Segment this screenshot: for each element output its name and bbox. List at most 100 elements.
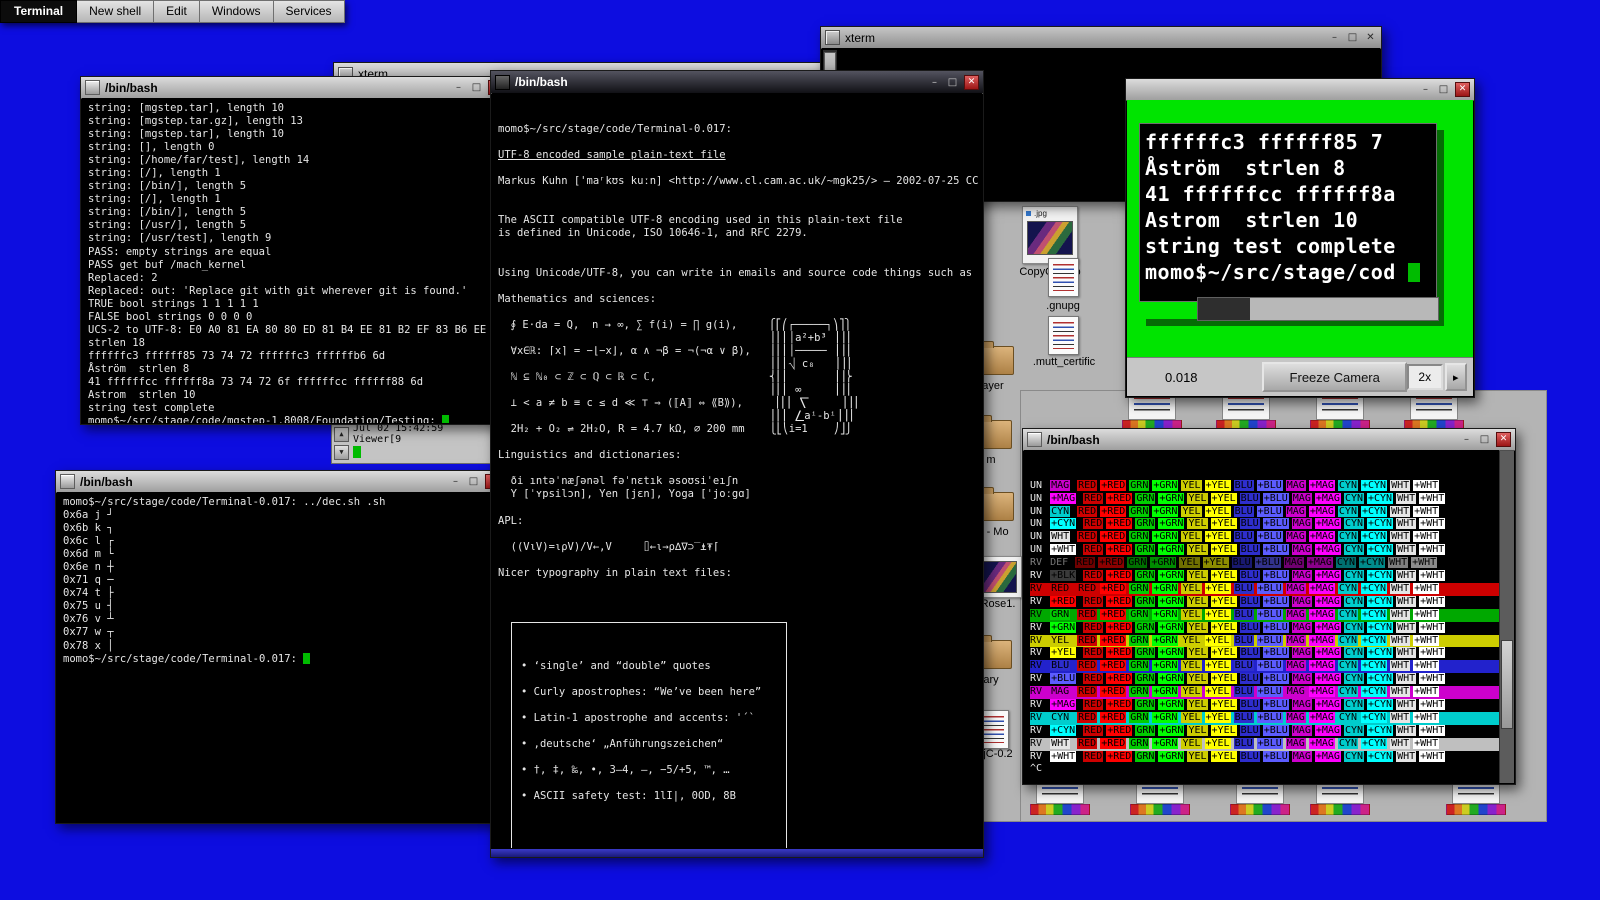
miniaturize-button[interactable] [60,474,75,489]
color-token: +BLU [1262,750,1289,762]
terminal-line: momo$~/src/stage/code/Terminal-0.017: [498,123,732,136]
minimize-button[interactable]: – [452,81,465,94]
color-token: YEL [1187,492,1208,504]
close-button[interactable]: ✕ [1496,432,1511,447]
color-token: +BLU [1262,673,1289,685]
color-token: +MAG [1308,582,1335,594]
color-mode-token: +GRN [1050,621,1077,633]
terminal-line: 0x6a j ┘ [63,509,114,522]
scroll-down-arrow-icon[interactable]: ▼ [334,444,349,460]
color-token: CYN [1343,595,1364,607]
color-token: +BLU [1256,634,1283,646]
terminal-line: Astrom strlen 10 [1145,208,1359,232]
close-button[interactable]: ✕ [1455,82,1470,97]
zoom-level-value[interactable]: 2x [1407,364,1443,390]
terminal-output[interactable]: momo$~/src/stage/code/Terminal-0.017: UT… [492,93,982,849]
scrollbar[interactable] [1499,451,1514,783]
file-icon-copyofcaro[interactable]: .jpg [1022,206,1078,264]
color-token: +RED [1100,505,1127,517]
icon-label-gnupg[interactable]: .gnupg [1030,300,1096,312]
color-token: +CYN [1367,492,1394,504]
color-token: YEL [1181,711,1202,723]
ansi-color-row: UN +CYN RED +RED GRN +GRN YEL +YEL BLU +BLU MAG +M… [1030,518,1446,530]
freeze-camera-button[interactable]: Freeze Camera [1262,362,1408,392]
terminal-output[interactable]: momo$~/src/stage/code/Terminal-0.017: ..… [57,492,503,822]
color-token: WHT [1396,595,1417,607]
color-token: BLU [1233,686,1254,698]
titlebar[interactable]: /bin/bash – □ ✕ [1023,429,1515,451]
color-token: +WHT [1419,518,1446,530]
icon-label-mutt[interactable]: .mutt_certific [1016,356,1112,368]
menu-item-new-shell[interactable]: New shell [77,0,155,23]
color-token: WHT [1390,608,1411,620]
miniaturize-button[interactable] [85,80,100,95]
miniaturize-button[interactable] [495,74,510,90]
terminal-line: APL: [498,514,524,527]
window-title: xterm [845,30,875,45]
maximize-button[interactable]: □ [1478,433,1491,446]
color-token: GRN [1135,698,1156,710]
scroll-up-arrow-icon[interactable]: ▲ [334,426,349,442]
terminal-line: 0x6b k ┐ [63,522,114,535]
minimize-button[interactable]: – [928,76,941,89]
color-token: CYN [1337,531,1358,543]
file-icon-mutt[interactable] [1048,316,1079,355]
terminal-output[interactable]: UN MAG RED +RED GRN +GRN YEL +YEL BLU +BLU MAG +MA… [1024,450,1499,783]
maximize-button[interactable]: □ [470,81,483,94]
color-token: +RED [1100,582,1127,594]
titlebar[interactable]: xterm – □ ✕ [821,27,1381,49]
terminal-line: 0x78 x │ [63,639,114,652]
close-button[interactable]: ✕ [1364,31,1377,44]
color-token: GRN [1129,737,1150,749]
camera-viewfinder: ffffffc3 ffffff85 7 Åström strlen 8 41 fff… [1127,100,1473,358]
color-token: RED [1077,634,1098,646]
file-icon-gnupg[interactable] [1048,258,1079,297]
minimize-button[interactable]: – [1460,433,1473,446]
titlebar[interactable]: – □ ✕ [1126,79,1474,101]
color-token: +GRN [1152,505,1179,517]
maximize-button[interactable]: □ [1437,83,1450,96]
color-token: +CYN [1367,698,1394,710]
maximize-button[interactable]: □ [467,475,480,488]
titlebar[interactable]: /bin/bash – □ ✕ [491,71,983,94]
minimize-button[interactable]: – [1328,31,1341,44]
ansi-color-row: RV +YEL RED +RED GRN +GRN YEL +YEL BLU +BLU MAG +M… [1030,647,1446,659]
window-resize-bar[interactable] [491,848,983,857]
terminal-cursor [303,652,311,664]
color-mode-token: +BLK [1050,570,1077,582]
color-token: GRN [1135,647,1156,659]
terminal-output[interactable]: string: [mgstep.tar], length 10 string: [… [82,98,506,423]
color-token: +GRN [1158,492,1185,504]
color-token: +YEL [1210,750,1237,762]
close-button[interactable]: ✕ [964,74,979,90]
menu-item-services[interactable]: Services [273,0,345,23]
zoom-step-button[interactable]: ▸ [1444,363,1467,391]
maximize-button[interactable]: □ [1346,31,1359,44]
color-token: +YEL [1210,724,1237,736]
color-mode-token: CYN [1050,711,1071,723]
file-icon-rose[interactable] [978,556,1022,598]
color-token: YEL [1187,518,1208,530]
menu-item-windows[interactable]: Windows [199,0,274,23]
miniaturize-button[interactable] [1027,432,1042,447]
color-mode-token: +CYN [1050,518,1077,530]
color-token: GRN [1135,673,1156,685]
color-token: GRN [1135,544,1156,556]
scrollbar-thumb[interactable] [1501,640,1513,729]
shell-prompt-line: momo$~/src/stage/code/mgstep-1.8008/Foun… [88,415,506,423]
minimize-button[interactable]: – [449,475,462,488]
color-token: +WHT [1413,634,1440,646]
app-menu-title[interactable]: Terminal [0,0,78,23]
color-token: +RED [1100,737,1127,749]
color-token: +GRN [1158,621,1185,633]
color-token: YEL [1187,698,1208,710]
color-token: YEL [1187,544,1208,556]
minimize-button[interactable]: – [1419,83,1432,96]
terminal-line: ffffffc3 ffffff85 73 74 72 ffffffc3 ffff… [88,349,386,362]
maximize-button[interactable]: □ [946,76,959,89]
titlebar[interactable]: /bin/bash – □ ✕ [81,77,507,99]
titlebar[interactable]: /bin/bash – □ ✕ [56,471,504,493]
menu-item-edit[interactable]: Edit [154,0,200,23]
color-token: MAG [1285,737,1306,749]
color-token: YEL [1181,634,1202,646]
